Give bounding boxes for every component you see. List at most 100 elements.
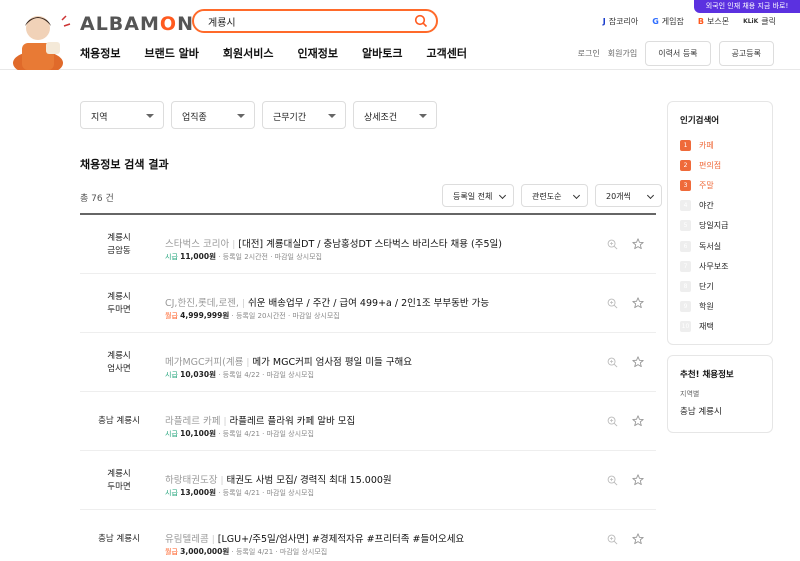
popular-item[interactable]: 3 주말	[680, 175, 760, 195]
pay-amount: 3,000,000원	[180, 547, 230, 556]
search-icon[interactable]	[414, 14, 428, 28]
star-icon[interactable]	[632, 533, 644, 545]
star-icon[interactable]	[632, 297, 644, 309]
nav-talk[interactable]: 알바토크	[362, 45, 402, 61]
zoom-in-icon[interactable]	[607, 534, 618, 545]
job-company[interactable]: CJ,한진,롯데,로젠,	[165, 298, 239, 309]
popular-item[interactable]: 1 카페	[680, 135, 760, 155]
job-title[interactable]: [대전] 계룡대실DT / 충남홍성DT 스타벅스 바리스타 채용 (주5일)	[238, 239, 502, 250]
job-list: 계룡시 금암동 스타벅스 코리아 | [대전] 계룡대실DT / 충남홍성DT 스타…	[80, 213, 656, 561]
foreign-talent-promo[interactable]: 외국인 인재 채용 지금 바로!	[694, 0, 800, 13]
caret-down-icon	[237, 114, 245, 118]
chevron-down-icon	[498, 191, 507, 200]
page-size[interactable]: 20개씩	[595, 184, 662, 207]
job-title[interactable]: 라플레르 플라워 카페 알바 모집	[230, 416, 356, 427]
job-row[interactable]: 계룡시 금암동 스타벅스 코리아 | [대전] 계룡대실DT / 충남홍성DT 스타…	[80, 215, 656, 274]
pay-type: 시급	[165, 253, 178, 261]
caret-down-icon	[146, 114, 154, 118]
pay-amount: 10,030원	[180, 370, 216, 379]
divider: |	[232, 240, 236, 250]
page: ALBAMON 계룡시 외국인 인재 채용 지금 바로! J 잡코리아 G 게임잡 …	[0, 0, 800, 561]
job-title[interactable]: 쉬운 배송업무 / 주간 / 급여 499+a / 2인1조 부부동반 가능	[248, 298, 489, 309]
nav-support[interactable]: 고객센터	[427, 45, 467, 61]
job-company[interactable]: 스타벅스 코리아	[165, 239, 229, 250]
filter-detail[interactable]: 상세조건	[353, 101, 437, 129]
albamon-logo[interactable]: ALBAMON	[80, 13, 194, 35]
job-location: 계룡시 두마면	[107, 292, 131, 315]
rank-number: 8	[680, 280, 691, 292]
popular-item[interactable]: 4 야간	[680, 196, 760, 216]
divider: |	[223, 417, 227, 427]
site-gamejob[interactable]: G 게임잡	[652, 16, 684, 27]
filter-period[interactable]: 근무기간	[262, 101, 346, 129]
job-row[interactable]: 계룡시 엄사면 메가MGC커피(계룡 | 메가 MGC커피 엄사점 평일 미들 구해…	[80, 333, 656, 392]
popular-item[interactable]: 6 독서실	[680, 236, 760, 256]
popular-item[interactable]: 5 당일지급	[680, 216, 760, 236]
job-row[interactable]: 계룡시 두마면 하랑태권도장 | 태권도 사범 모집/ 경력직 최대 15.000원…	[80, 451, 656, 510]
main-nav: 채용정보 브랜드 알바 회원서비스 인재정보 알바토크 고객센터	[80, 45, 467, 61]
zoom-in-icon[interactable]	[607, 357, 618, 368]
star-icon[interactable]	[632, 415, 644, 427]
site-jobkorea[interactable]: J 잡코리아	[603, 16, 638, 27]
popular-item[interactable]: 8 단기	[680, 276, 760, 296]
resume-register-button[interactable]: 이력서 등록	[645, 41, 711, 66]
zoom-in-icon[interactable]	[607, 239, 618, 250]
popular-item[interactable]: 7 사무보조	[680, 256, 760, 276]
popular-title: 인기검색어	[680, 116, 720, 126]
pay-type: 시급	[165, 489, 178, 497]
deadline: 마감일 상시모집	[266, 371, 314, 379]
job-title[interactable]: 메가 MGC커피 엄사점 평일 미들 구해요	[252, 357, 412, 368]
zoom-in-icon[interactable]	[607, 475, 618, 486]
rank-number: 5	[680, 220, 691, 232]
popular-item[interactable]: 9 학원	[680, 297, 760, 317]
sort-relevance[interactable]: 관련도순	[521, 184, 588, 207]
star-icon[interactable]	[632, 238, 644, 250]
job-row[interactable]: 계룡시 두마면 CJ,한진,롯데,로젠, | 쉬운 배송업무 / 주간 / 급여 4…	[80, 274, 656, 333]
job-company[interactable]: 하랑태권도장	[165, 475, 217, 486]
util-menu: 로그인 회원가입 이력서 등록 공고등록	[578, 41, 774, 66]
job-title[interactable]: [LGU+/주5일/엄사면] #경제적자유 #프리터족 #들어오세요	[218, 534, 464, 545]
job-title[interactable]: 태권도 사범 모집/ 경력직 최대 15.000원	[227, 475, 392, 486]
signup-link[interactable]: 회원가입	[608, 48, 637, 59]
zoom-in-icon[interactable]	[607, 298, 618, 309]
nav-brand[interactable]: 브랜드 알바	[144, 45, 198, 61]
job-company[interactable]: 유림텔레콤	[165, 534, 209, 545]
pay-type: 월급	[165, 548, 178, 556]
search-input[interactable]: 계룡시	[208, 14, 236, 29]
login-link[interactable]: 로그인	[578, 48, 600, 59]
filter-category[interactable]: 업직종	[171, 101, 255, 129]
popular-word: 학원	[699, 302, 714, 312]
pay-type: 시급	[165, 430, 178, 438]
site-klik[interactable]: KLiK 클릭	[743, 16, 776, 27]
job-company[interactable]: 메가MGC커피(계룡	[165, 357, 243, 368]
popular-item[interactable]: 2 편의점	[680, 155, 760, 175]
filter-region[interactable]: 지역	[80, 101, 164, 129]
sort-date[interactable]: 등록일 전체	[442, 184, 514, 207]
nav-member[interactable]: 회원서비스	[223, 45, 274, 61]
site-bossmon[interactable]: B 보스몬	[698, 16, 729, 27]
pay-amount: 11,000원	[180, 252, 216, 261]
posted-date: 등록일 4/21	[222, 489, 260, 497]
star-icon[interactable]	[632, 474, 644, 486]
rank-number: 10	[680, 321, 691, 333]
divider: |	[246, 358, 250, 368]
posted-date: 등록일 4/22	[222, 371, 260, 379]
caret-down-icon	[419, 114, 427, 118]
job-row[interactable]: 충남 계룡시 라플레르 카페 | 라플레르 플라워 카페 알바 모집 시급 10,1…	[80, 392, 656, 451]
zoom-in-icon[interactable]	[607, 416, 618, 427]
post-job-button[interactable]: 공고등록	[718, 41, 774, 66]
nav-jobs[interactable]: 채용정보	[80, 45, 120, 61]
popular-item[interactable]: 10 재택	[680, 317, 760, 337]
job-row[interactable]: 충남 계룡시 유림텔레콤 | [LGU+/주5일/엄사면] #경제적자유 #프리터족…	[80, 510, 656, 561]
rank-number: 7	[680, 260, 691, 272]
divider: |	[241, 299, 246, 309]
search-box[interactable]: 계룡시	[192, 9, 438, 33]
job-location: 계룡시 엄사면	[107, 351, 131, 374]
popular-word: 단기	[699, 281, 714, 291]
nav-talent[interactable]: 인재정보	[298, 45, 338, 61]
star-icon[interactable]	[632, 356, 644, 368]
recommend-title: 추천! 채용정보	[680, 370, 734, 380]
recommend-region[interactable]: 충남 계룡시	[680, 405, 760, 417]
popular-search-panel: 인기검색어 1 카페 2 편의점 3 주말 4 야간 5 당일지급 6 독서실 7 사무보조 8 단기 9 학원 1…	[667, 101, 773, 345]
job-company[interactable]: 라플레르 카페	[165, 416, 220, 427]
